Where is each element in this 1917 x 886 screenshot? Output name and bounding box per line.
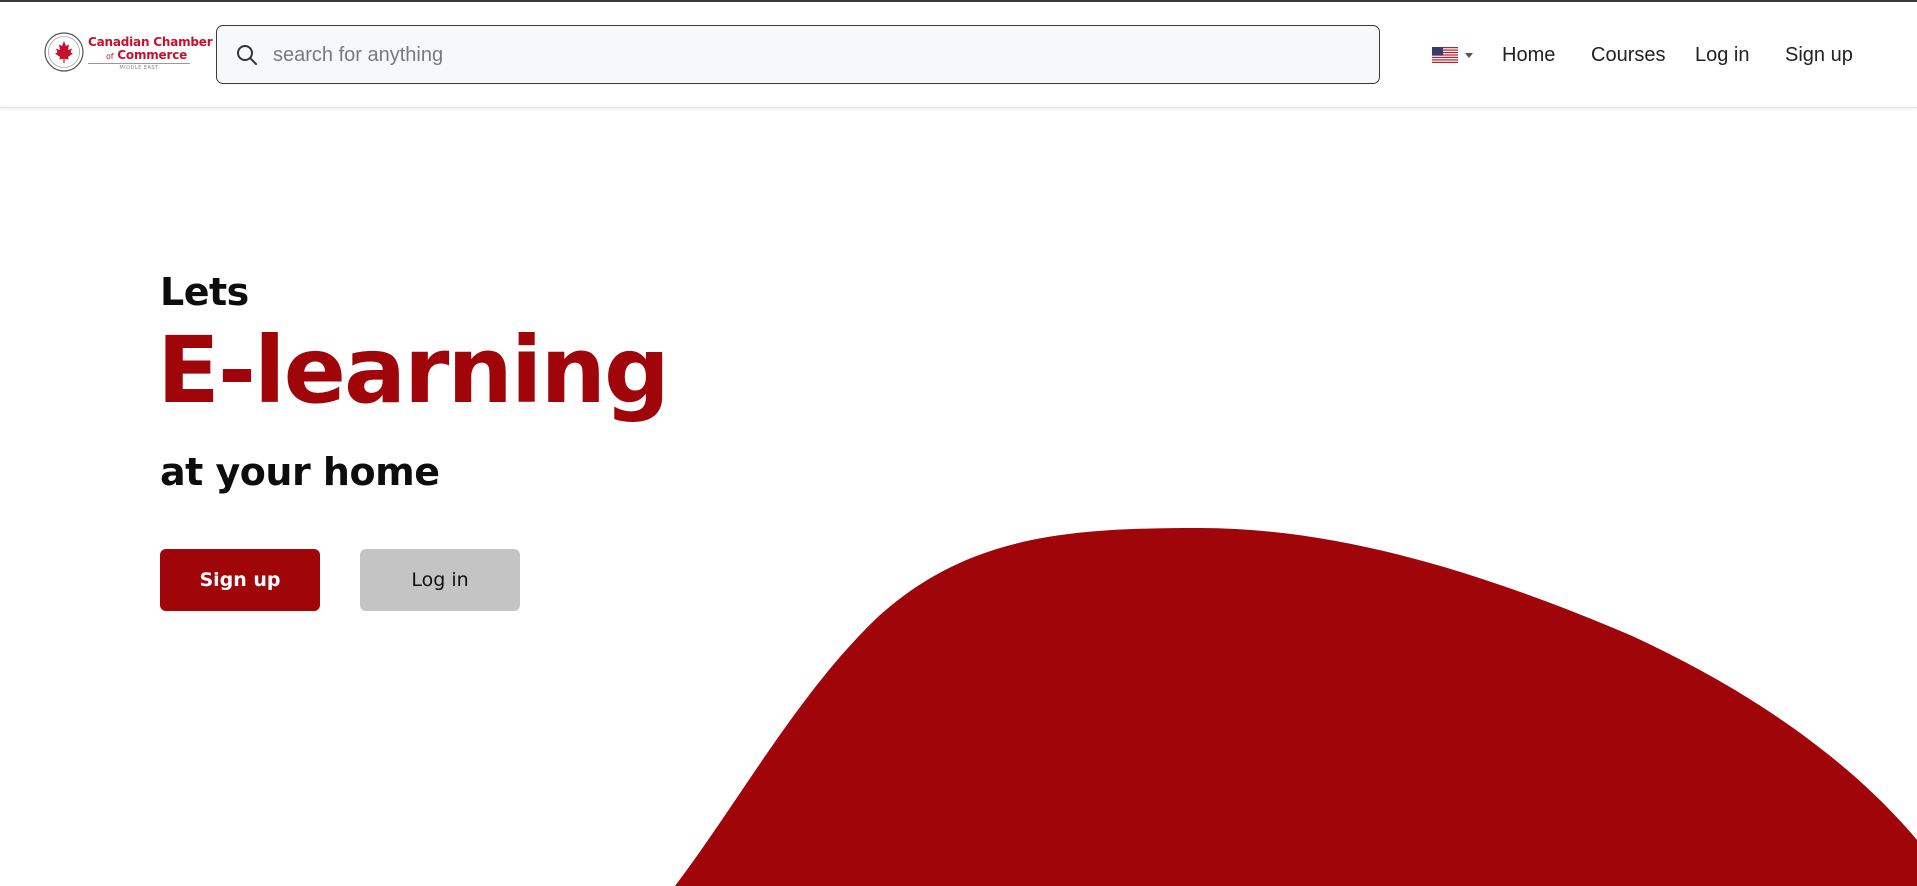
maple-leaf-seal-icon [44, 32, 84, 72]
top-navbar: Canadian Chamber of Commerce MIDDLE EAST… [0, 2, 1917, 108]
search-bar[interactable] [216, 25, 1380, 84]
nav-login-link[interactable]: Log in [1695, 44, 1750, 67]
nav-courses-link[interactable]: Courses [1591, 44, 1665, 67]
chevron-down-icon [1465, 53, 1473, 58]
decorative-red-wave [675, 528, 1917, 886]
hero-subtitle: at your home [160, 450, 440, 494]
hero-login-button[interactable]: Log in [360, 549, 520, 611]
nav-signup-link[interactable]: Sign up [1785, 44, 1853, 67]
search-icon [237, 45, 257, 65]
search-input[interactable] [271, 34, 1355, 76]
logo-text-line1: Canadian Chamber [88, 35, 213, 49]
logo-text-commerce: Commerce [117, 48, 188, 62]
nav-home-link[interactable]: Home [1502, 44, 1555, 67]
hero-signup-button[interactable]: Sign up [160, 549, 320, 611]
logo-divider [88, 63, 190, 64]
us-flag-icon [1432, 47, 1458, 63]
language-selector[interactable] [1432, 46, 1476, 66]
hero-pretitle: Lets [160, 270, 249, 314]
logo-text-line2: of Commerce [106, 48, 187, 62]
hero-title: E-learning [157, 317, 670, 424]
logo-subline: MIDDLE EAST [119, 65, 159, 71]
brand-logo[interactable]: Canadian Chamber of Commerce MIDDLE EAST [44, 32, 213, 76]
logo-text-of: of [106, 52, 114, 61]
